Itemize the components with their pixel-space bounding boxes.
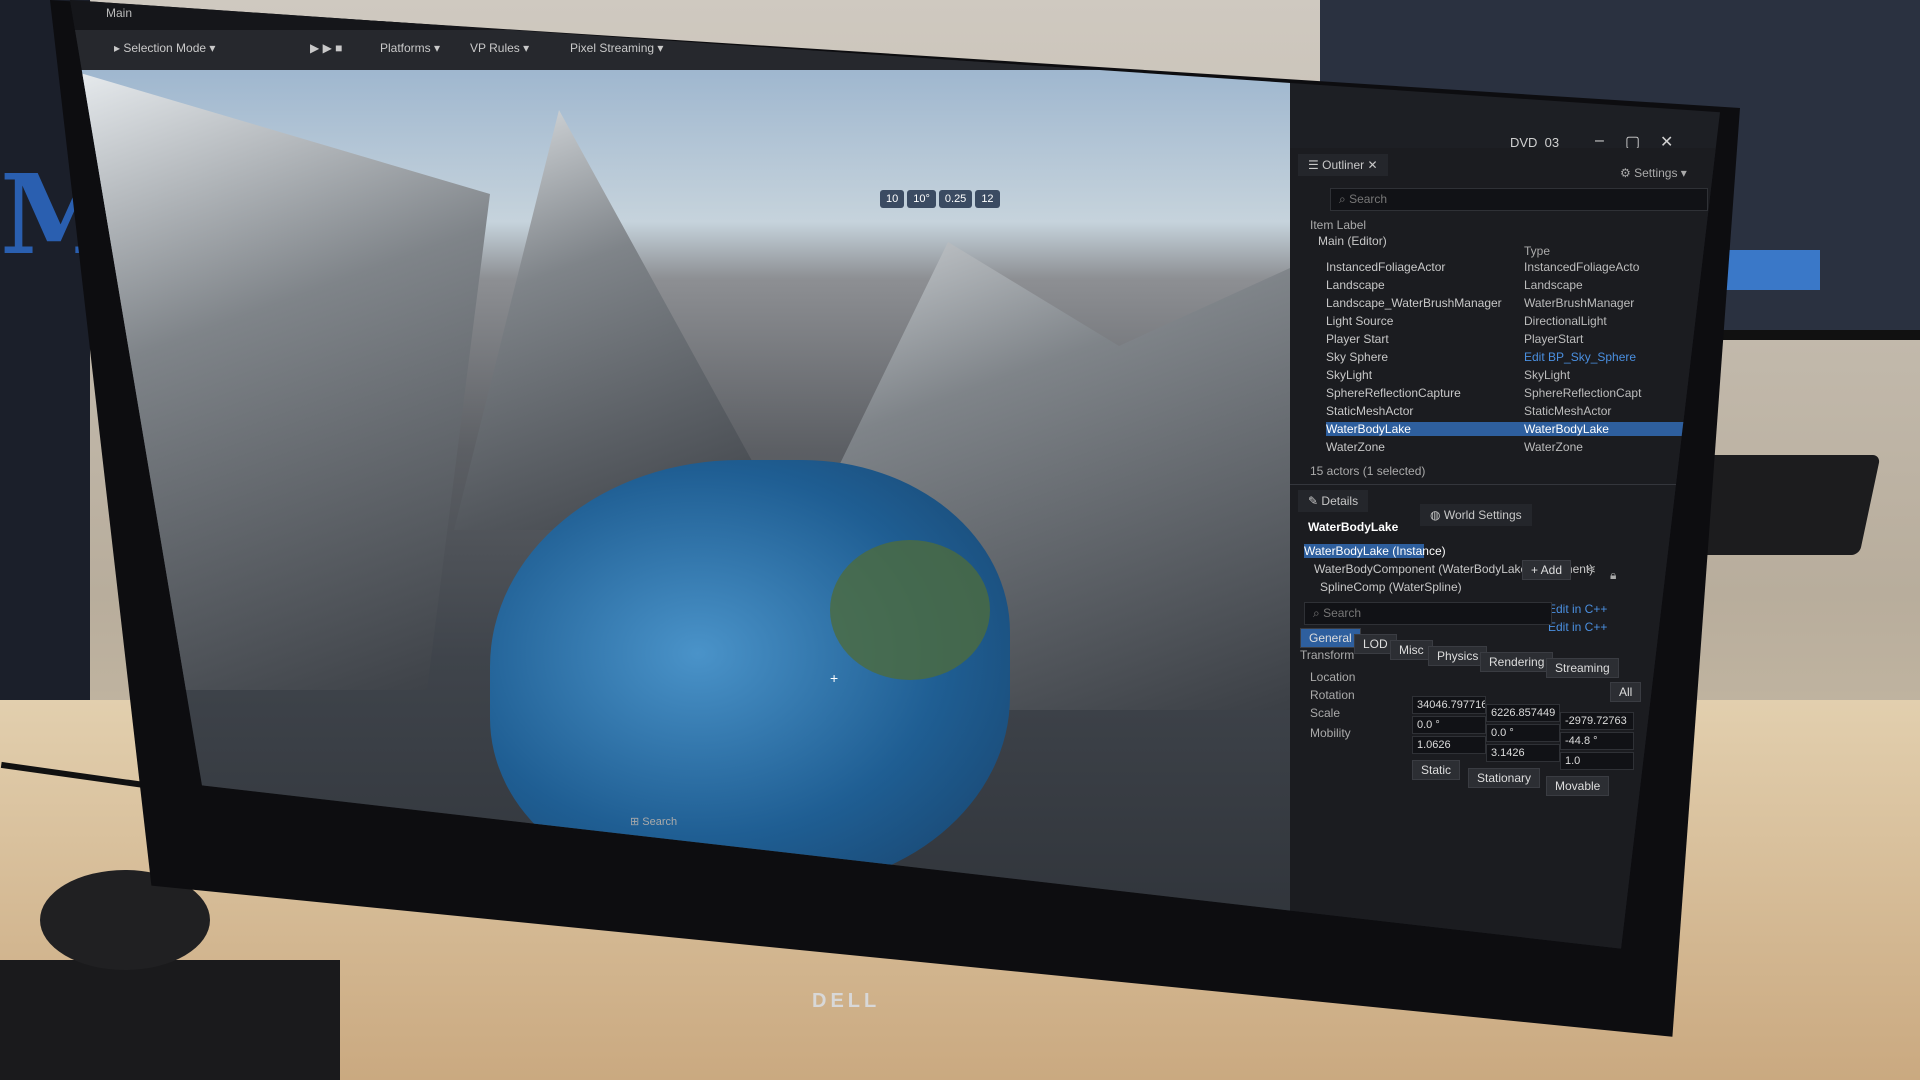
filter-rendering[interactable]: Rendering: [1480, 652, 1554, 672]
outliner-row-type: WaterZone: [1524, 440, 1583, 454]
details-object-name: WaterBodyLake: [1308, 520, 1399, 534]
taskbar-search[interactable]: Search: [642, 816, 677, 828]
filter-misc[interactable]: Misc: [1390, 640, 1433, 660]
rotation-snap-value[interactable]: 10°: [907, 190, 936, 208]
scale-z-field[interactable]: 1.0: [1560, 752, 1634, 770]
add-component-button[interactable]: + Add: [1522, 560, 1572, 580]
pixel-streaming-button[interactable]: Pixel Streaming ▾: [570, 41, 663, 55]
platforms-button[interactable]: Platforms ▾: [380, 41, 440, 55]
edit-in-cpp-link[interactable]: Edit in C++: [1548, 620, 1607, 634]
pixel-streaming-label: Pixel Streaming: [570, 41, 655, 55]
gear-icon: ⚙: [1620, 166, 1631, 180]
outliner-row-type: PlayerStart: [1524, 332, 1584, 346]
outliner-row-type: WaterBodyLake: [1524, 422, 1609, 436]
outliner-row[interactable]: Light Source: [1326, 314, 1393, 328]
outliner-tab-label: Outliner: [1322, 158, 1365, 172]
rotation-label[interactable]: Rotation: [1310, 688, 1355, 702]
viewport-toolbar: 10 10° 0.25 12: [880, 190, 1003, 208]
outliner-row[interactable]: Landscape_WaterBrushManager: [1326, 296, 1502, 310]
divider: [1290, 484, 1720, 485]
tab-details[interactable]: ✎ Details: [1298, 490, 1369, 512]
outliner-row[interactable]: SkyLight: [1326, 368, 1372, 382]
lock-icon[interactable]: 🔒︎: [1610, 568, 1616, 583]
filter-streaming[interactable]: Streaming: [1546, 658, 1619, 678]
filter-physics[interactable]: Physics: [1428, 646, 1488, 666]
location-label[interactable]: Location: [1310, 670, 1355, 684]
vp-rules-button[interactable]: VP Rules ▾: [470, 41, 529, 55]
outliner-search-input[interactable]: ⌕ Search: [1330, 188, 1708, 211]
outliner-row-type: Landscape: [1524, 278, 1583, 292]
world-settings-tab-label: World Settings: [1443, 508, 1522, 522]
mobility-stationary[interactable]: Stationary: [1468, 768, 1541, 788]
outliner-row[interactable]: Player Start: [1326, 332, 1389, 346]
outliner-row[interactable]: Sky Sphere: [1326, 350, 1388, 364]
selection-mode-label: Selection Mode: [123, 41, 207, 55]
rotation-y-field[interactable]: 0.0 °: [1486, 724, 1560, 742]
location-x-field[interactable]: 34046.797716: [1412, 696, 1486, 714]
outliner-row-selected[interactable]: WaterBodyLake: [1326, 422, 1716, 436]
outliner-row-type: WaterBrushManager: [1524, 296, 1635, 310]
outliner-row-type: InstancedFoliageActo: [1524, 260, 1640, 274]
column-item-label[interactable]: Item Label: [1310, 218, 1366, 232]
rotation-z-field[interactable]: -44.8 °: [1560, 732, 1634, 750]
search-icon: ⌕: [1313, 606, 1320, 620]
search-icon: ⌕: [1339, 192, 1346, 206]
details-icon: ✎: [1308, 494, 1319, 508]
outliner-settings-button[interactable]: ⚙ Settings ▾: [1620, 166, 1687, 180]
component-row[interactable]: SplineComp (WaterSpline): [1320, 580, 1462, 594]
vp-rules-label: VP Rules: [470, 41, 520, 55]
scale-x-field[interactable]: 1.0626: [1412, 736, 1486, 754]
outliner-status: 15 actors (1 selected): [1310, 464, 1426, 478]
outliner-row[interactable]: StaticMeshActor: [1326, 404, 1413, 418]
details-search-placeholder: Search: [1323, 606, 1362, 620]
edit-in-cpp-link[interactable]: Edit in C++: [1548, 602, 1607, 616]
outliner-search-placeholder: Search: [1349, 192, 1388, 206]
play-icon[interactable]: ▶ ▶ ■: [310, 41, 342, 55]
mouse-pad: [0, 960, 340, 1080]
outliner-row-type: SkyLight: [1524, 368, 1571, 382]
outliner-row-type: SphereReflectionCapt: [1524, 386, 1642, 400]
level-title: Main: [106, 6, 133, 20]
platforms-label: Platforms: [380, 41, 431, 55]
mobility-movable[interactable]: Movable: [1546, 776, 1610, 796]
location-z-field[interactable]: -2979.72763: [1560, 712, 1634, 730]
scale-label[interactable]: Scale: [1310, 706, 1340, 720]
share-icon[interactable]: ⋖: [1586, 562, 1596, 576]
viewport-crosshair-icon: +: [830, 670, 839, 686]
outliner-row[interactable]: WaterZone: [1326, 440, 1385, 454]
tab-outliner[interactable]: ☰ Outliner ✕: [1298, 154, 1388, 176]
outliner-icon: ☰: [1308, 158, 1319, 172]
outliner-row-type: DirectionalLight: [1524, 314, 1607, 328]
selection-mode-button[interactable]: ▸ Selection Mode ▾: [114, 41, 215, 55]
camera-speed-value[interactable]: 12: [975, 190, 1000, 208]
details-tab-label: Details: [1321, 494, 1359, 508]
rotation-x-field[interactable]: 0.0 °: [1412, 716, 1486, 734]
filter-general[interactable]: General: [1300, 628, 1361, 648]
outliner-row[interactable]: InstancedFoliageActor: [1326, 260, 1445, 274]
scale-snap-value[interactable]: 0.25: [938, 190, 973, 208]
monitor-brand: DELL: [812, 990, 881, 1012]
grid-snap-value[interactable]: 10: [880, 190, 905, 208]
details-instance[interactable]: WaterBodyLake (Instance): [1304, 544, 1446, 558]
mobility-label: Mobility: [1310, 726, 1351, 740]
outliner-row[interactable]: Landscape: [1326, 278, 1385, 292]
transform-section-header[interactable]: Transform: [1300, 648, 1354, 662]
outliner-settings-label: Settings: [1634, 166, 1678, 180]
filter-all[interactable]: All: [1610, 682, 1642, 702]
location-y-field[interactable]: 6226.857449: [1486, 704, 1560, 722]
globe-icon: ◍: [1430, 508, 1441, 522]
edit-blueprint-link[interactable]: Edit BP_Sky_Sphere: [1524, 350, 1636, 364]
tab-world-settings[interactable]: ◍ World Settings: [1420, 504, 1532, 526]
details-search-input[interactable]: ⌕ Search: [1304, 602, 1552, 625]
mobility-static[interactable]: Static: [1412, 760, 1461, 780]
outliner-root[interactable]: Main (Editor): [1318, 234, 1387, 248]
outliner-row[interactable]: SphereReflectionCapture: [1326, 386, 1461, 400]
column-type[interactable]: Type: [1524, 244, 1550, 258]
outliner-row-type: StaticMeshActor: [1524, 404, 1612, 418]
lake-island: [830, 540, 990, 680]
scale-y-field[interactable]: 3.1426: [1486, 744, 1560, 762]
